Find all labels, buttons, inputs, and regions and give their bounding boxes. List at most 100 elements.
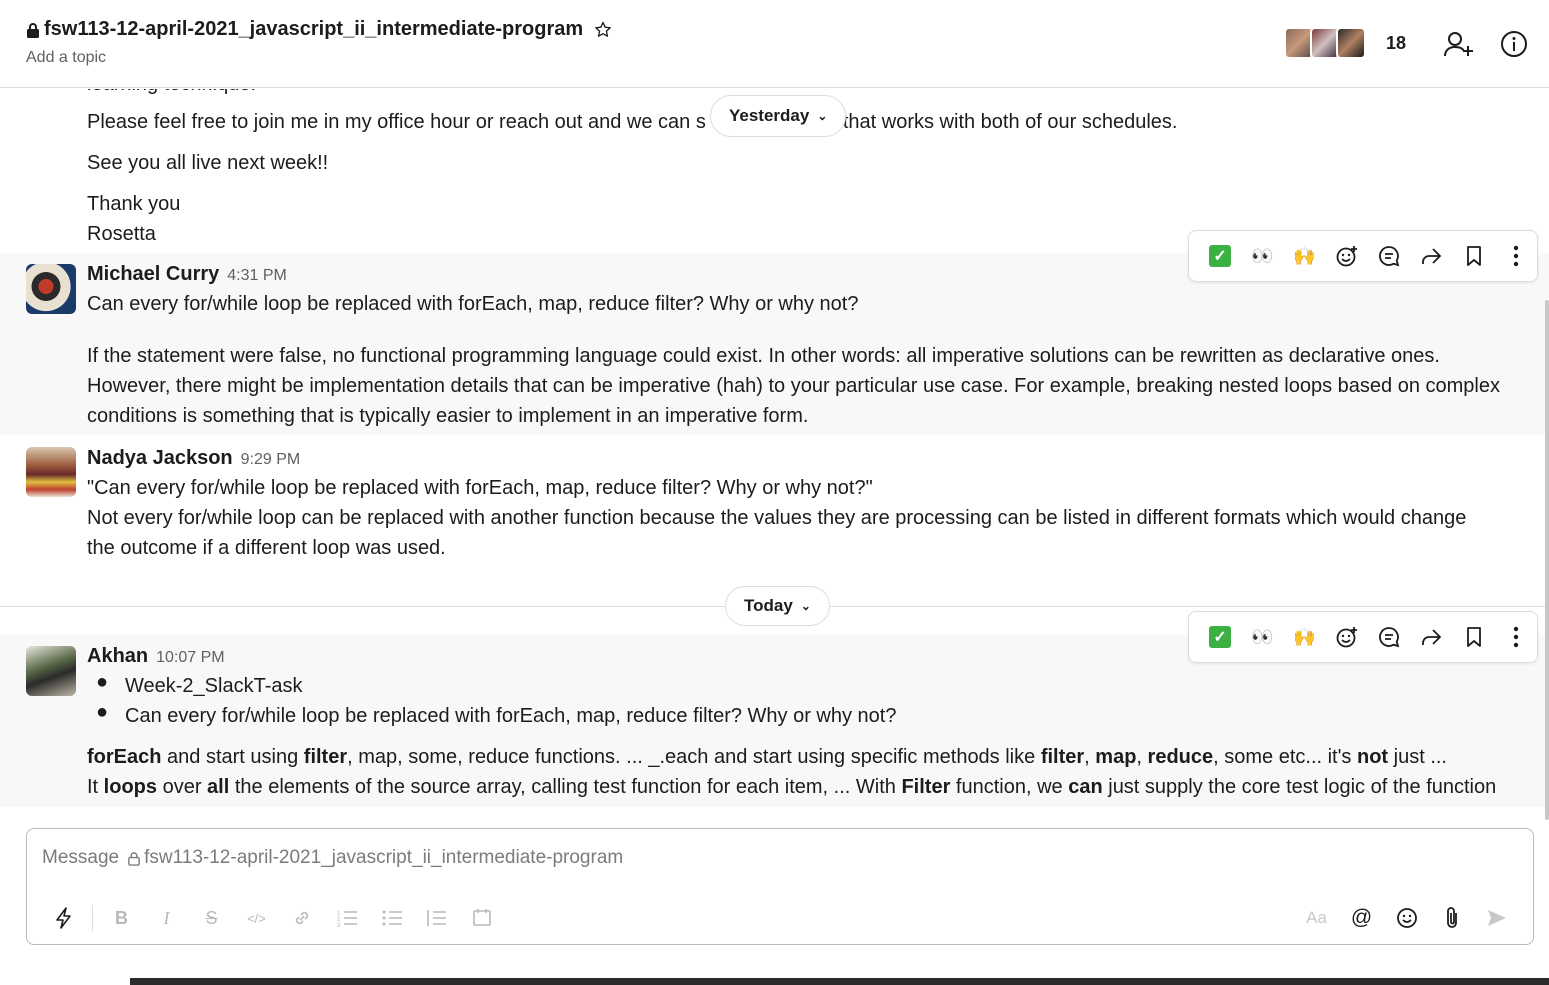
add-member-icon[interactable] [1444,30,1474,58]
message-text-segment: and start using [161,746,304,768]
bookmark-icon [1466,627,1481,647]
react-raised-hands-button[interactable]: 🙌 [1284,238,1326,274]
message-text: Not every for/while loop can be replaced… [87,507,1467,529]
ordered-list-icon: 123 [337,911,357,927]
blockquote-icon [426,910,446,926]
message-text-segment: function, we [950,776,1069,798]
message-text-segment: over [157,776,208,798]
avatar[interactable] [26,646,76,696]
italic-icon: I [163,907,170,928]
date-jump-today[interactable]: Today ⌄ [725,586,830,626]
member-avatars-button[interactable] [1284,27,1366,59]
message-text: forEach and start using filter, map, som… [87,742,1447,772]
send-button[interactable] [1474,903,1519,933]
bold-button[interactable]: B [99,903,144,933]
more-actions-button[interactable] [1495,619,1537,655]
composer-actions: Aa @ [1294,903,1519,933]
blockquote-button[interactable] [414,903,459,933]
bullet-list-button[interactable] [369,903,414,933]
channel-title-button[interactable]: fsw113-12-april-2021_javascript_ii_inter… [26,18,613,41]
message-header: Nadya Jackson 9:29 PM [87,443,300,475]
svg-text:3: 3 [337,923,341,927]
react-checkmark-button[interactable]: ✓ [1199,619,1241,655]
message-text: See you all live next week!! [87,152,329,174]
message-text-segment: loops [103,776,158,798]
timestamp[interactable]: 9:29 PM [241,451,301,468]
message-text-segment: reduce [1147,746,1214,768]
mention-button[interactable]: @ [1339,903,1384,933]
share-icon [1422,629,1442,645]
author-name[interactable]: Akhan [87,645,148,667]
attach-button[interactable] [1429,903,1474,933]
author-name[interactable]: Michael Curry [87,263,219,285]
message-text: the outcome if a different loop was used… [87,537,446,559]
add-reaction-button[interactable] [1326,619,1368,655]
share-message-button[interactable] [1410,238,1452,274]
message-text: conditions is something that is typicall… [87,405,809,427]
message-text-segment: can [1068,776,1103,798]
chevron-down-icon: ⌄ [800,599,811,613]
format-toggle-button[interactable]: Aa [1294,903,1339,933]
message-header: Akhan 10:07 PM [87,641,225,673]
star-icon[interactable] [593,20,613,40]
message-text-segment: , [1084,746,1096,768]
checkmark-icon: ✓ [1209,245,1232,267]
raised-hands-icon: 🙌 [1293,245,1316,266]
ordered-list-button[interactable]: 123 [324,903,369,933]
avatar[interactable] [26,264,76,314]
react-raised-hands-button[interactable]: 🙌 [1284,619,1326,655]
react-eyes-button[interactable]: 👀 [1241,619,1283,655]
add-topic-link[interactable]: Add a topic [26,49,106,67]
strikethrough-button[interactable]: S [189,903,234,933]
add-reaction-button[interactable] [1326,238,1368,274]
message-list[interactable]: learning technique. Please feel free to … [0,89,1549,807]
message-actions-toolbar: ✓ 👀 🙌 [1188,611,1538,663]
code-button[interactable]: </> [234,903,279,933]
more-vertical-icon [1513,626,1519,648]
scrollbar[interactable] [1545,300,1549,820]
message-input[interactable]: Message fsw113-12-april-2021_javascript_… [42,847,623,869]
message-composer[interactable]: Message fsw113-12-april-2021_javascript_… [26,828,1534,945]
date-label: Today [744,596,793,615]
message-text-segment: , some etc... it's [1213,746,1357,768]
timestamp[interactable]: 10:07 PM [156,649,224,666]
message-text-segment: filter [1040,746,1085,768]
message-text-segment: It [87,776,104,798]
author-name[interactable]: Nadya Jackson [87,447,233,469]
taskbar-strip [130,978,1549,985]
date-jump-yesterday[interactable]: Yesterday ⌄ [710,95,847,137]
list-item: ● [96,701,109,723]
link-button[interactable] [279,903,324,933]
message-text-segment: all [207,776,230,798]
message-text-segment: map [1095,746,1137,768]
message-text-segment: the elements of the source array, callin… [229,776,902,798]
eyes-icon: 👀 [1251,626,1274,647]
message-text: It loops over all the elements of the so… [87,772,1496,802]
share-message-button[interactable] [1410,619,1452,655]
message-item[interactable]: Nadya Jackson 9:29 PM "Can every for/whil… [0,437,1549,567]
more-vertical-icon [1513,245,1519,267]
message-text-segment: just supply the core test logic of the f… [1102,776,1497,798]
info-icon[interactable] [1500,30,1528,58]
list-item-text: Can every for/while loop be replaced wit… [125,705,897,727]
more-actions-button[interactable] [1495,238,1537,274]
reply-in-thread-button[interactable] [1368,619,1410,655]
avatar [1336,27,1366,59]
reply-in-thread-button[interactable] [1368,238,1410,274]
italic-button[interactable]: I [144,903,189,933]
lightning-icon [55,907,71,929]
toolbar-divider [92,905,93,931]
save-message-button[interactable] [1453,619,1495,655]
format-icon: Aa [1306,908,1327,927]
react-checkmark-button[interactable]: ✓ [1199,238,1241,274]
save-message-button[interactable] [1453,238,1495,274]
emoji-button[interactable] [1384,903,1429,933]
code-block-icon [472,909,491,926]
message-text-segment: filter [303,746,348,768]
react-eyes-button[interactable]: 👀 [1241,238,1283,274]
shortcuts-button[interactable] [41,903,86,933]
avatar[interactable] [26,447,76,497]
code-block-button[interactable] [459,903,504,933]
member-count[interactable]: 18 [1386,33,1406,54]
timestamp[interactable]: 4:31 PM [227,267,287,284]
